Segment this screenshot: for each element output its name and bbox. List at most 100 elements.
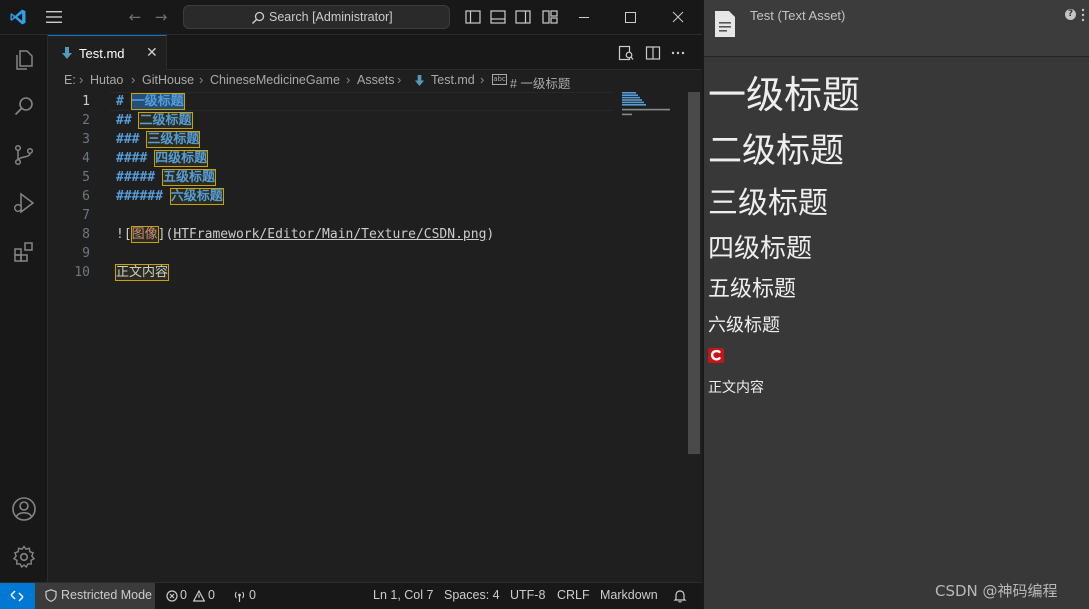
account-icon [12,497,36,521]
vertical-scrollbar[interactable] [687,92,701,582]
breadcrumb-item[interactable]: ChineseMedicineGame [210,73,340,87]
minimize-icon[interactable] [561,0,607,35]
warning-count: 0 [208,588,215,602]
heading-marker: # [116,94,132,109]
image-alt-text: 图像 [130,226,159,243]
preview-h3: 三级标题 [708,186,828,221]
ports-button[interactable]: 0 [233,583,261,609]
language-mode[interactable]: Markdown [600,588,658,602]
manage-settings-button[interactable] [0,533,48,581]
toggle-panel-icon[interactable] [490,10,506,24]
line-number: 10 [74,265,90,280]
heading-marker: ### [116,132,148,147]
heading-text: 五级标题 [161,169,216,186]
back-arrow-icon[interactable]: ← [127,9,143,25]
notifications-bell-icon[interactable] [673,589,687,603]
line-number: 2 [82,113,90,128]
forward-arrow-icon[interactable]: → [153,9,169,25]
minimap[interactable] [620,92,686,122]
source-control-button[interactable] [0,131,48,179]
breadcrumb: E: › Hutao › GitHouse › ChineseMedicineG… [48,70,702,92]
toggle-secondary-sidebar-icon[interactable] [515,10,531,24]
source-control-icon [14,144,34,166]
preview-h1: 一级标题 [708,73,861,117]
activity-bar [0,35,48,582]
command-center-search[interactable]: Search [Administrator] [183,5,450,29]
ports-count: 0 [249,588,256,602]
line-content: 正文内容 [114,263,170,282]
preview-h4: 四级标题 [708,234,813,264]
markdown-file-icon [414,75,425,86]
accounts-button[interactable] [0,485,48,533]
heading-marker: ## [116,113,140,128]
line-content: #### 四级标题 [116,149,209,168]
hamburger-menu-icon[interactable] [45,10,63,24]
search-view-button[interactable] [0,82,48,130]
scrollbar-thumb[interactable] [688,92,700,454]
heading-text: 六级标题 [169,188,224,205]
search-label: Search [Administrator] [269,10,393,24]
breadcrumb-item[interactable]: Assets [357,73,395,87]
split-editor-icon[interactable] [645,45,661,61]
maximize-icon[interactable] [607,0,653,35]
tab-close-icon[interactable]: ✕ [146,45,158,61]
open-preview-to-side-icon[interactable] [618,45,634,61]
heading-text: 四级标题 [154,150,209,167]
more-actions-icon[interactable] [670,45,686,61]
remote-button[interactable] [0,583,35,609]
indentation-setting[interactable]: Spaces: 4 [444,588,500,602]
chevron-right-icon: › [199,72,204,87]
image-syntax: ]( [157,227,174,242]
csdn-logo-image [708,348,724,363]
breadcrumb-item[interactable]: E: [64,73,76,87]
image-link-path[interactable]: HTFramework/Editor/Main/Texture/CSDN.png [173,227,486,242]
error-icon [166,590,178,602]
line-number: 6 [82,189,90,204]
line-number: 1 [82,94,90,109]
run-debug-icon [14,192,35,214]
line-number: 4 [82,151,90,166]
broadcast-icon [234,591,245,602]
cursor-position[interactable]: Ln 1, Col 7 [373,588,433,602]
preview-h5: 五级标题 [708,277,797,302]
breadcrumb-item[interactable]: GitHouse [142,73,194,87]
line-number: 8 [82,227,90,242]
restricted-mode-button[interactable]: Restricted Mode [35,583,155,609]
eol-setting[interactable]: CRLF [557,588,590,602]
line-content: ##### 五级标题 [116,168,216,187]
code-editor[interactable]: 1 # 一级标题 2 ## 二级标题 3 ### 三级标题 4 #### 四级标… [48,92,702,582]
preview-h2: 二级标题 [708,131,844,171]
vscode-logo-icon [10,9,26,25]
breadcrumb-item[interactable]: Hutao [90,73,123,87]
line-number: 9 [82,246,90,261]
editor-line: 5 ##### 五级标题 [48,168,688,187]
extensions-button[interactable] [0,228,48,276]
toggle-primary-sidebar-icon[interactable] [465,10,481,24]
unity-inspector-panel: Test (Text Asset) ? 一级标题 二级标题 三级标题 四级标题 … [704,0,1089,609]
heading-text: 一级标题 [130,93,185,110]
explorer-button[interactable] [0,36,48,84]
editor-line: 6 ###### 六级标题 [48,187,688,206]
shield-icon [45,589,57,602]
breadcrumb-item[interactable]: Test.md [431,73,475,87]
tab-label: Test.md [79,46,125,61]
customize-layout-icon[interactable] [542,10,558,24]
tab-test-md[interactable]: Test.md ✕ [48,35,167,70]
breadcrumb-item[interactable]: # 一级标题 [510,73,570,92]
editor-line: 3 ### 三级标题 [48,130,688,149]
editor-line: 7 [48,206,688,225]
gear-icon [12,545,36,569]
editor-line: 1 # 一级标题 [48,92,688,111]
editor-tab-bar: Test.md ✕ [48,35,702,70]
csdn-watermark: CSDN @神码编程 [935,582,1058,600]
body-text: 正文内容 [114,264,170,281]
problems-button[interactable]: 0 0 [166,583,224,609]
run-debug-button[interactable] [0,179,48,227]
help-icon[interactable]: ? [1065,9,1076,20]
remote-icon [10,590,24,602]
close-window-icon[interactable] [655,0,701,35]
search-icon [14,97,33,116]
more-options-icon[interactable] [1081,8,1085,22]
encoding-setting[interactable]: UTF-8 [510,588,545,602]
files-icon [16,50,33,70]
